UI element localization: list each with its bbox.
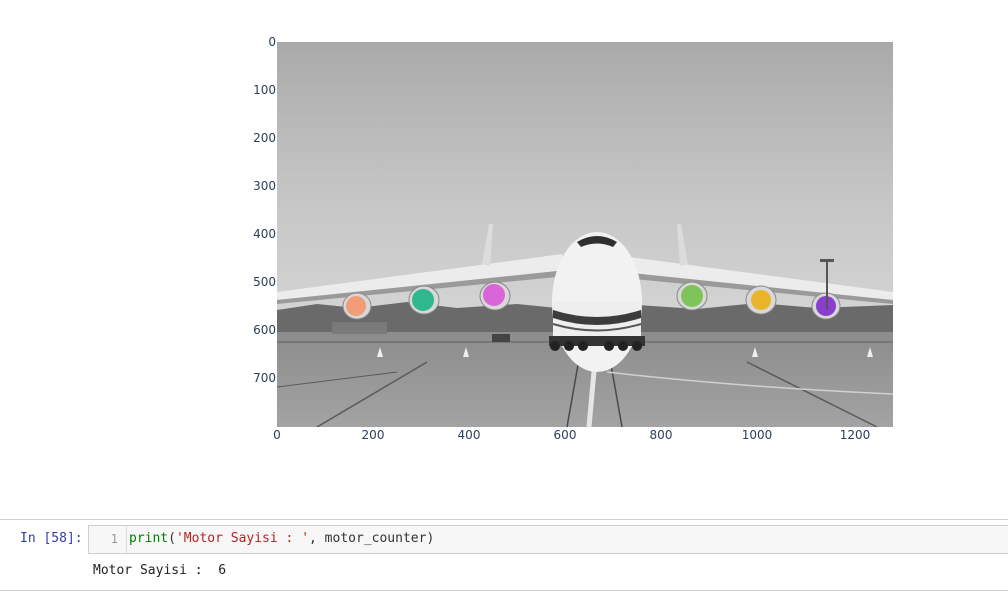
code-line[interactable]: print('Motor Sayisi : ', motor_counter) xyxy=(129,531,434,546)
engine-marker xyxy=(681,285,703,307)
y-tick-400: 400 xyxy=(253,227,276,241)
cell-output: Motor Sayisi : 6 xyxy=(93,563,227,578)
x-tick-200: 200 xyxy=(361,428,385,442)
y-tick-300: 300 xyxy=(253,179,276,193)
engine-marker xyxy=(412,289,434,311)
y-tick-0: 0 xyxy=(268,35,276,49)
cell-divider-bottom xyxy=(0,590,1008,591)
y-tick-200: 200 xyxy=(253,131,276,145)
y-tick-500: 500 xyxy=(253,275,276,289)
x-tick-800: 800 xyxy=(649,428,673,442)
y-tick-700: 700 xyxy=(253,371,276,385)
code-cell-input[interactable]: 1 print('Motor Sayisi : ', motor_counter… xyxy=(88,525,1008,554)
x-tick-600: 600 xyxy=(553,428,577,442)
line-gutter: 1 xyxy=(89,526,127,553)
image-plot: 0 100 200 300 400 500 600 700 0 200 400 … xyxy=(0,0,1008,500)
code-function: print xyxy=(129,531,169,546)
engine-marker xyxy=(483,284,505,306)
x-tick-0: 0 xyxy=(273,428,281,442)
x-tick-400: 400 xyxy=(457,428,481,442)
x-tick-1000: 1000 xyxy=(741,428,773,442)
code-args: , motor_counter xyxy=(309,531,427,546)
line-number: 1 xyxy=(110,532,118,546)
cell-divider-top xyxy=(0,519,1008,520)
code-paren-open: ( xyxy=(168,531,176,546)
engine-marker xyxy=(751,290,771,310)
y-tick-100: 100 xyxy=(253,83,276,97)
x-tick-1200: 1200 xyxy=(839,428,871,442)
code-string: 'Motor Sayisi : ' xyxy=(175,531,310,546)
airplane-image xyxy=(277,42,893,427)
engine-marker xyxy=(346,296,366,316)
cell-prompt: In [58]: xyxy=(20,531,83,546)
code-paren-close: ) xyxy=(426,531,435,546)
y-tick-600: 600 xyxy=(253,323,276,337)
